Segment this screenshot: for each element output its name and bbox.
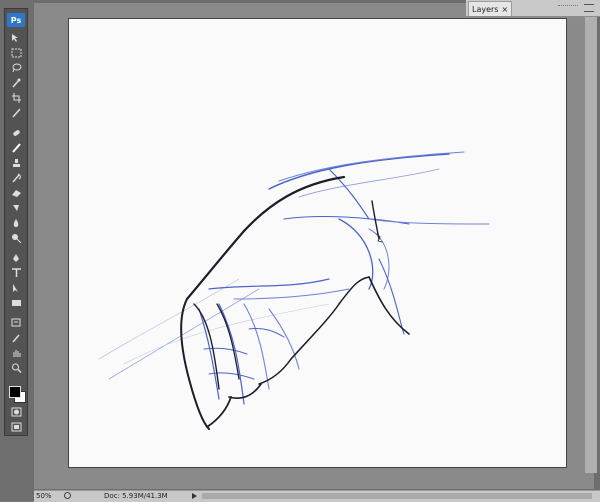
lasso-tool-icon[interactable]: [10, 63, 22, 73]
dodge-tool-icon[interactable]: [10, 233, 22, 243]
sketch-stroke-blue: [368, 218, 490, 225]
document-size-info: Doc: 5.93M/41.3M: [104, 492, 168, 500]
sketch-stroke-blue: [268, 308, 300, 370]
sketch-stroke-dark: [368, 276, 410, 335]
panel-menu-icon[interactable]: [584, 4, 594, 12]
blur-tool-icon[interactable]: [10, 218, 22, 228]
marquee-tool-icon[interactable]: [10, 48, 22, 58]
notes-tool-icon[interactable]: [10, 318, 22, 328]
sketch-stroke-blue: [328, 168, 370, 220]
sketch-stroke-dark: [228, 383, 262, 399]
sketch-stroke-dark: [216, 303, 240, 380]
type-tool-icon[interactable]: [10, 268, 22, 278]
sketch-stroke-blue: [278, 151, 465, 182]
sketch-stroke-blue: [248, 328, 285, 338]
slice-tool-icon[interactable]: [10, 108, 22, 118]
photoshop-logo[interactable]: Ps: [7, 13, 25, 27]
photoshop-workspace: Ps Layers × 50% Doc: 5.93M/41.3M: [0, 0, 600, 502]
rectangle-tool-icon[interactable]: [10, 298, 22, 308]
tools-panel: Ps: [4, 8, 28, 436]
sketch-stroke-blue: [218, 303, 245, 405]
horizontal-scrollbar[interactable]: [202, 493, 592, 499]
sketch-stroke-blue: [198, 308, 220, 400]
history-brush-tool-icon[interactable]: [10, 173, 22, 183]
hand-tool-icon[interactable]: [10, 348, 22, 358]
gradient-tool-icon[interactable]: [10, 203, 22, 213]
quick-mask-icon[interactable]: [10, 407, 22, 417]
sketch-stroke-dark: [242, 175, 346, 233]
screen-mode-icon[interactable]: [10, 422, 22, 432]
sketch-stroke-dark: [180, 298, 210, 430]
status-menu-arrow-icon[interactable]: [192, 493, 197, 499]
hand-sketch: [98, 151, 490, 430]
eyedropper-tool-icon[interactable]: [10, 333, 22, 343]
construction-line: [98, 278, 240, 360]
layers-tab-label: Layers: [472, 4, 499, 14]
foreground-color-swatch[interactable]: [9, 386, 21, 398]
status-bar: 50% Doc: 5.93M/41.3M: [34, 490, 600, 502]
panel-grip[interactable]: [558, 5, 578, 10]
sketch-stroke-blue: [208, 278, 330, 290]
sketch-stroke-dark: [206, 396, 232, 428]
status-icon[interactable]: [64, 492, 71, 499]
move-tool-icon[interactable]: [10, 33, 22, 43]
sketch-stroke-blue: [378, 258, 405, 335]
clone-stamp-tool-icon[interactable]: [10, 158, 22, 168]
vertical-scrollbar[interactable]: [585, 3, 597, 473]
brush-tool-icon[interactable]: [10, 143, 22, 153]
panel-dock: Layers ×: [466, 0, 600, 17]
drawing-canvas[interactable]: [68, 18, 567, 468]
close-icon[interactable]: ×: [501, 5, 508, 14]
sketch-stroke-dark: [290, 303, 340, 360]
zoom-level[interactable]: 50%: [36, 492, 52, 500]
brush-cursor: [376, 233, 383, 243]
path-selection-tool-icon[interactable]: [10, 283, 22, 293]
layers-panel-tab[interactable]: Layers ×: [468, 1, 513, 16]
crop-tool-icon[interactable]: [10, 93, 22, 103]
zoom-tool-icon[interactable]: [10, 363, 22, 373]
pen-tool-icon[interactable]: [10, 253, 22, 263]
sketch-stroke-blue: [338, 218, 374, 290]
eraser-tool-icon[interactable]: [10, 188, 22, 198]
quick-selection-tool-icon[interactable]: [10, 78, 22, 88]
healing-brush-tool-icon[interactable]: [10, 128, 22, 138]
construction-line: [123, 303, 330, 365]
